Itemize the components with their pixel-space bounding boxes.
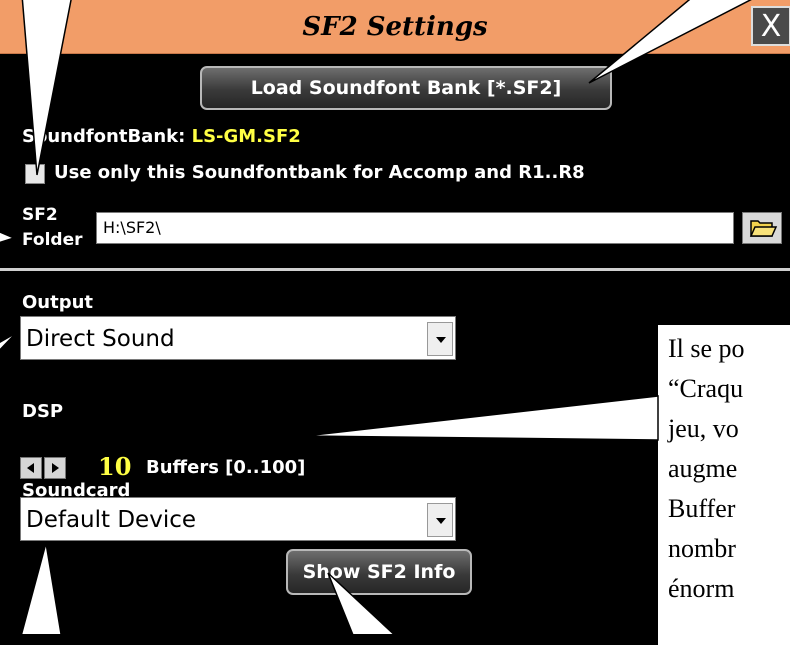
chevron-down-icon[interactable] (427, 322, 453, 356)
callout-arrow-dsp (304, 395, 659, 441)
output-select[interactable]: Direct Sound (20, 316, 456, 360)
soundcard-select[interactable]: Default Device (20, 497, 456, 541)
show-sf2-info-button[interactable]: Show SF2 Info (286, 549, 472, 595)
output-select-value: Direct Sound (26, 326, 175, 352)
chevron-down-icon[interactable] (427, 503, 453, 537)
window-title: SF2 Settings (302, 12, 488, 42)
browse-folder-button[interactable] (742, 212, 782, 244)
folder-icon (749, 220, 778, 237)
section-divider (0, 268, 790, 271)
bank-value: LS-GM.SF2 (191, 126, 301, 147)
output-label: Output (22, 292, 94, 313)
dsp-label: DSP (22, 401, 64, 422)
buffers-label: Buffers [0..100] (146, 457, 306, 478)
callout-arrow-output (0, 332, 17, 351)
buffers-value: 10 (98, 452, 132, 481)
callout-arrow-folder (0, 231, 17, 244)
title-bar: SF2 Settings (0, 0, 790, 54)
buffers-increase-button[interactable] (44, 457, 66, 479)
use-only-label: Use only this Soundfontbank for Accomp a… (54, 162, 585, 183)
soundfont-bank-label: SoundfontBank: LS-GM.SF2 (22, 126, 301, 147)
sf2-folder-label-1: SF2 (22, 205, 58, 225)
buffers-decrease-button[interactable] (20, 457, 42, 479)
load-soundfont-button[interactable]: Load Soundfont Bank [*.SF2] (200, 66, 612, 110)
use-only-checkbox[interactable] (25, 164, 45, 184)
sf2-folder-label-2: Folder (22, 230, 83, 250)
bank-label-text: SoundfontBank: (22, 126, 186, 147)
sf2-folder-input[interactable]: H:\SF2\ (96, 212, 734, 244)
callout-arrow-soundcard (20, 542, 62, 634)
annotation-note: Il se po “Craqu jeu, vo augme Buffer nom… (658, 325, 790, 645)
soundcard-select-value: Default Device (26, 507, 197, 533)
close-button[interactable]: X (751, 6, 790, 46)
